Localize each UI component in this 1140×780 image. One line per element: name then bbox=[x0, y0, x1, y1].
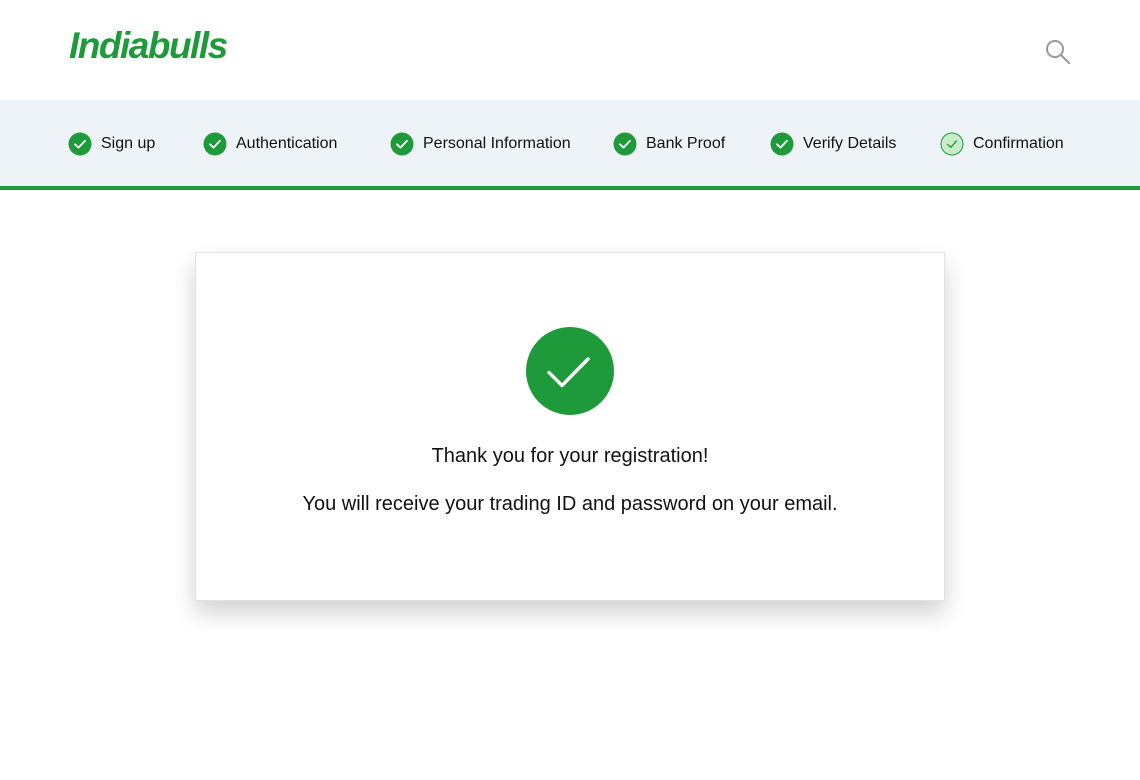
step-authentication: Authentication bbox=[203, 131, 337, 157]
search-icon bbox=[1046, 40, 1071, 65]
confirmation-title: Thank you for your registration! bbox=[431, 445, 709, 467]
check-circle-icon bbox=[526, 327, 614, 415]
search-button[interactable] bbox=[1044, 38, 1072, 66]
check-circle-icon bbox=[613, 132, 637, 156]
step-label: Sign up bbox=[101, 135, 156, 152]
step-label: Personal Information bbox=[423, 135, 571, 152]
check-circle-icon bbox=[390, 132, 414, 156]
step-label: Confirmation bbox=[973, 135, 1064, 152]
progress-underline bbox=[0, 186, 1140, 190]
header: Indiabulls bbox=[0, 0, 1140, 100]
check-circle-icon bbox=[68, 132, 92, 156]
indiabulls-logo[interactable]: Indiabulls bbox=[69, 26, 228, 66]
step-label: Authentication bbox=[236, 135, 338, 152]
check-circle-icon bbox=[203, 132, 227, 156]
step-personal-information: Personal Information bbox=[390, 131, 571, 157]
check-circle-icon bbox=[770, 132, 794, 156]
step-sign-up: Sign up bbox=[68, 131, 155, 157]
check-circle-outline-icon bbox=[940, 132, 964, 156]
step-label: Bank Proof bbox=[646, 135, 726, 152]
step-verify-details: Verify Details bbox=[770, 131, 896, 157]
step-bank-proof: Bank Proof bbox=[613, 131, 725, 157]
confirmation-message: You will receive your trading ID and pas… bbox=[302, 493, 838, 515]
step-label: Verify Details bbox=[803, 135, 897, 152]
confirmation-card: Thank you for your registration! You wil… bbox=[195, 252, 945, 601]
step-confirmation: Confirmation bbox=[940, 131, 1064, 157]
